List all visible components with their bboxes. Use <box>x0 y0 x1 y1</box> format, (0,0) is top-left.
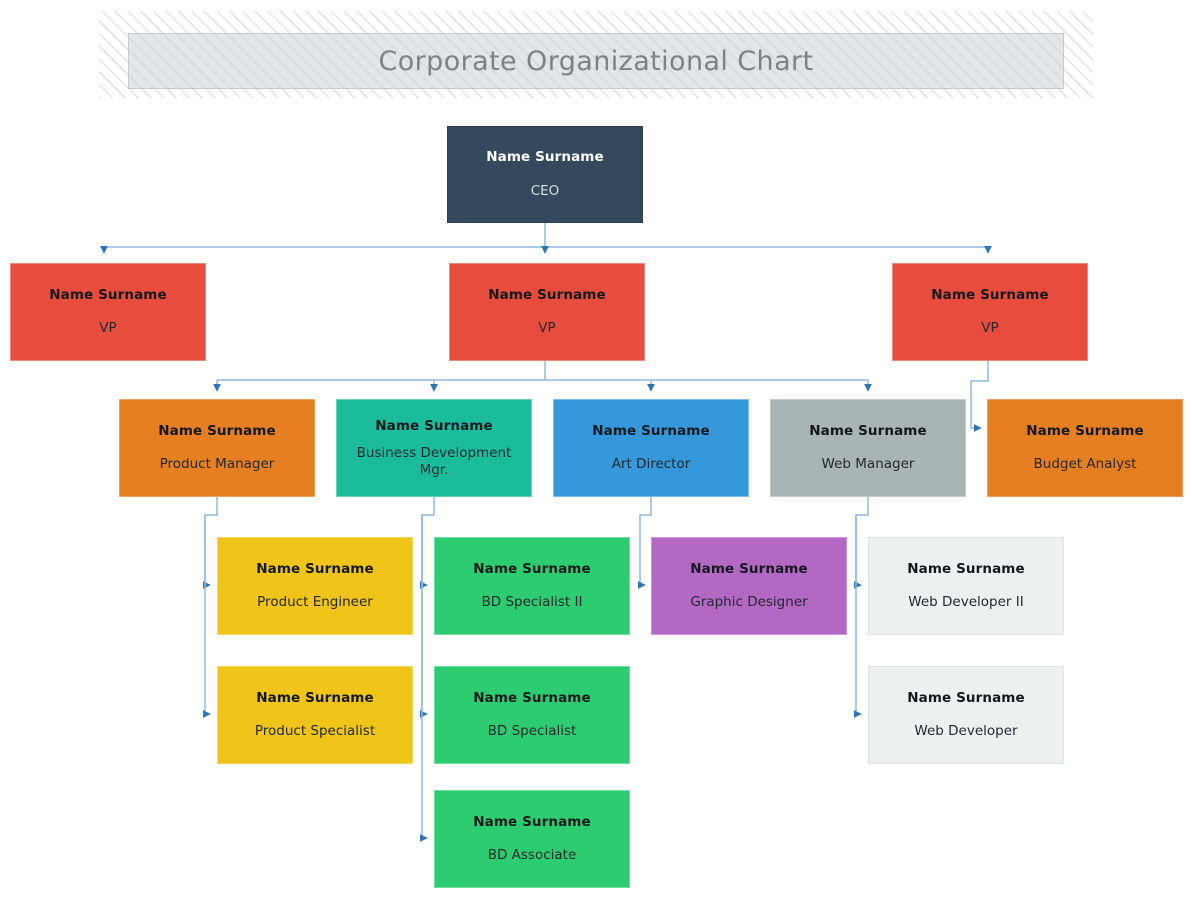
edge-vp3-ba <box>970 361 989 432</box>
node-name: Name Surname <box>473 560 591 577</box>
node-product-specialist[interactable]: Name Surname Product Specialist <box>217 666 413 764</box>
edge-bdm-bds2 <box>419 497 435 589</box>
node-web-manager[interactable]: Name Surname Web Manager <box>770 399 966 497</box>
node-name: Name Surname <box>486 149 604 166</box>
node-bd-specialist[interactable]: Name Surname BD Specialist <box>434 666 630 764</box>
node-business-development-mgr[interactable]: Name Surname Business Development Mgr. <box>336 399 532 497</box>
node-name: Name Surname <box>931 286 1049 303</box>
node-title: BD Specialist <box>487 723 577 740</box>
node-vp-2[interactable]: Name Surname VP <box>449 263 645 361</box>
node-name: Name Surname <box>1026 422 1144 439</box>
node-vp-1[interactable]: Name Surname VP <box>10 263 206 361</box>
node-bd-associate[interactable]: Name Surname BD Associate <box>434 790 630 888</box>
title-banner: Corporate Organizational Chart <box>128 33 1064 89</box>
node-title: Web Developer <box>914 723 1018 740</box>
node-title: Business Development Mgr. <box>356 444 512 478</box>
node-product-manager[interactable]: Name Surname Product Manager <box>119 399 315 497</box>
node-title: Graphic Designer <box>690 594 808 611</box>
node-title: VP <box>538 320 556 337</box>
node-name: Name Surname <box>907 689 1025 706</box>
node-name: Name Surname <box>256 689 374 706</box>
node-name: Name Surname <box>375 417 493 434</box>
node-title: Product Engineer <box>257 594 373 611</box>
node-title: Web Manager <box>821 456 915 473</box>
node-name: Name Surname <box>488 286 606 303</box>
node-art-director[interactable]: Name Surname Art Director <box>553 399 749 497</box>
page-title: Corporate Organizational Chart <box>378 45 814 77</box>
node-name: Name Surname <box>592 422 710 439</box>
node-title: Product Manager <box>159 456 275 473</box>
node-title: VP <box>981 320 999 337</box>
node-title: Product Specialist <box>254 723 376 740</box>
node-name: Name Surname <box>907 560 1025 577</box>
node-web-developer[interactable]: Name Surname Web Developer <box>868 666 1064 764</box>
node-name: Name Surname <box>158 422 276 439</box>
node-name: Name Surname <box>473 813 591 830</box>
node-name: Name Surname <box>256 560 374 577</box>
edge-wm-wd2 <box>853 497 869 589</box>
node-web-developer-ii[interactable]: Name Surname Web Developer II <box>868 537 1064 635</box>
node-title: BD Specialist II <box>481 594 583 611</box>
node-bd-specialist-ii[interactable]: Name Surname BD Specialist II <box>434 537 630 635</box>
node-title: CEO <box>530 182 560 199</box>
edge-bdm-bda <box>419 515 428 842</box>
node-title: Web Developer II <box>908 594 1024 611</box>
node-title: VP <box>99 320 117 337</box>
org-chart-canvas: Corporate Organizational Chart Name Surn… <box>0 0 1192 900</box>
node-title: Budget Analyst <box>1033 456 1137 473</box>
node-budget-analyst[interactable]: Name Surname Budget Analyst <box>987 399 1183 497</box>
node-name: Name Surname <box>809 422 927 439</box>
node-product-engineer[interactable]: Name Surname Product Engineer <box>217 537 413 635</box>
node-vp-3[interactable]: Name Surname VP <box>892 263 1088 361</box>
node-ceo[interactable]: Name Surname CEO <box>447 126 643 223</box>
node-title: Art Director <box>611 456 691 473</box>
edge-bdm-bds1 <box>419 515 428 718</box>
node-name: Name Surname <box>49 286 167 303</box>
edge-wm-wd1 <box>853 515 862 718</box>
edge-pm-pe <box>202 497 218 589</box>
edge-pm-ps <box>202 515 211 718</box>
node-name: Name Surname <box>473 689 591 706</box>
node-graphic-designer[interactable]: Name Surname Graphic Designer <box>651 537 847 635</box>
edge-ad-gd <box>637 497 652 589</box>
node-name: Name Surname <box>690 560 808 577</box>
node-title: BD Associate <box>487 847 577 864</box>
